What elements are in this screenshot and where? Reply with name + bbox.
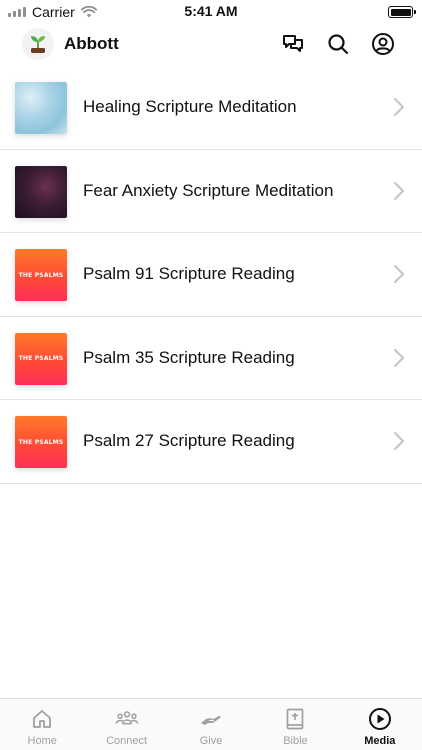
media-list-item[interactable]: THE PSALMS Psalm 27 Scripture Reading [0, 400, 422, 484]
search-icon[interactable] [325, 31, 351, 57]
play-icon [368, 707, 392, 731]
sprout-icon [31, 36, 45, 53]
media-list-item[interactable]: THE PSALMS Psalm 91 Scripture Reading [0, 233, 422, 317]
tab-connect[interactable]: Connect [84, 699, 168, 750]
give-hand-icon [199, 707, 223, 731]
tab-label: Home [27, 735, 57, 747]
media-thumbnail [15, 165, 67, 218]
chat-icon[interactable] [280, 31, 306, 57]
media-thumbnail: THE PSALMS [15, 332, 67, 385]
media-list-item[interactable]: Fear Anxiety Scripture Meditation [0, 150, 422, 233]
media-thumbnail: THE PSALMS [15, 416, 67, 468]
bible-icon [283, 707, 307, 731]
thumbnail-text: THE PSALMS [18, 271, 64, 279]
thumbnail-text: THE PSALMS [18, 355, 64, 362]
people-icon [115, 707, 139, 731]
tab-label: Media [364, 735, 396, 747]
battery-icon [388, 6, 416, 18]
tab-label: Bible [283, 735, 308, 747]
chevron-right-icon [394, 181, 404, 200]
tab-label: Give [199, 735, 223, 747]
status-time: 5:41 AM [184, 3, 238, 19]
thumbnail-text: THE PSALMS [18, 438, 64, 446]
media-list-item[interactable]: THE PSALMS Psalm 35 Scripture Reading [0, 317, 422, 400]
church-name: Abbott [64, 34, 119, 53]
tab-give[interactable]: Give [169, 699, 253, 750]
media-thumbnail: THE PSALMS [15, 249, 67, 301]
app-header: Abbott [0, 24, 422, 66]
church-logo[interactable] [22, 28, 54, 60]
status-bar: Carrier 5:41 AM [0, 0, 422, 24]
media-title: Psalm 27 Scripture Reading [83, 431, 295, 451]
profile-icon[interactable] [370, 31, 396, 57]
media-title: Psalm 35 Scripture Reading [83, 347, 295, 367]
media-thumbnail [15, 82, 67, 134]
tab-bar: Home Connect Give Bible Media [0, 698, 422, 750]
chevron-right-icon [394, 432, 404, 451]
media-title: Psalm 91 Scripture Reading [83, 264, 295, 284]
home-icon [30, 707, 54, 731]
chevron-right-icon [394, 265, 404, 284]
media-title: Fear Anxiety Scripture Meditation [83, 180, 334, 200]
chevron-right-icon [394, 98, 404, 117]
tab-bible[interactable]: Bible [253, 699, 337, 750]
media-list: Healing Scripture Meditation Fear Anxiet… [0, 66, 422, 484]
tab-home[interactable]: Home [0, 699, 84, 750]
chevron-right-icon [394, 348, 404, 367]
tab-label: Connect [106, 735, 148, 747]
media-title: Healing Scripture Meditation [83, 97, 297, 117]
tab-media[interactable]: Media [338, 699, 422, 750]
media-list-item[interactable]: Healing Scripture Meditation [0, 66, 422, 150]
